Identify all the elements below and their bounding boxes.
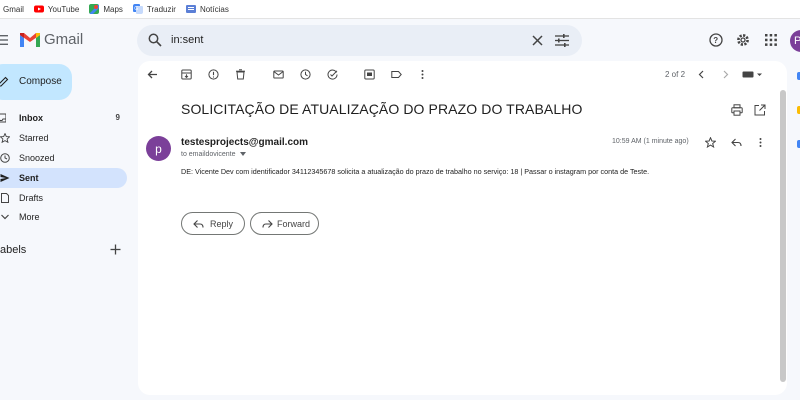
reply-button[interactable]: Reply (181, 212, 245, 235)
recipient-text: to emaildovicente (181, 151, 236, 158)
search-input[interactable]: in:sent (171, 34, 203, 46)
mark-unread-icon[interactable] (273, 69, 284, 80)
more-vert-icon[interactable] (417, 69, 428, 80)
pencil-icon (0, 76, 9, 87)
more-vert-icon[interactable] (755, 137, 766, 148)
account-avatar[interactable]: P (790, 30, 800, 52)
add-task-icon[interactable] (327, 69, 338, 80)
chevron-left-icon[interactable] (696, 69, 707, 80)
chevron-right-icon[interactable] (720, 69, 731, 80)
maps-icon (89, 4, 100, 14)
compose-label: Compose (19, 76, 62, 87)
reply-icon (193, 220, 204, 228)
labels-header: abels (0, 244, 27, 256)
forward-icon (262, 220, 273, 228)
star-icon[interactable] (705, 137, 716, 148)
star-icon (0, 133, 10, 143)
sidebar-item-label: Sent (19, 173, 39, 183)
bookmarks-bar: Gmail YouTube Maps G Traduzir Notícias (0, 0, 800, 19)
sidebar-item-sent[interactable]: Sent (0, 168, 127, 188)
unread-count: 9 (115, 113, 120, 122)
archive-icon[interactable] (181, 69, 192, 80)
pagination-text: 2 of 2 (665, 70, 686, 79)
sidebar-item-label: More (19, 212, 40, 222)
print-icon[interactable] (731, 104, 743, 116)
reply-icon[interactable] (731, 137, 742, 148)
sender-email[interactable]: testesprojects@gmail.com (181, 137, 308, 148)
translate-icon: G (132, 4, 143, 14)
send-icon (0, 174, 10, 182)
help-icon[interactable]: ? (709, 33, 723, 47)
main-menu-icon[interactable] (0, 33, 8, 47)
search-icon[interactable] (148, 33, 162, 47)
bookmark-translate[interactable]: G Traduzir (132, 4, 176, 14)
sidebar-item-label: Drafts (19, 193, 44, 203)
forward-label: Forward (277, 219, 311, 229)
bookmark-label: Maps (103, 4, 123, 14)
sidebar-item-inbox[interactable]: Inbox 9 (0, 108, 127, 128)
recipient-line[interactable]: to emaildovicente (181, 151, 247, 158)
bookmark-maps[interactable]: Maps (89, 4, 123, 14)
chevron-down-icon (1, 214, 9, 220)
email-subject: SOLICITAÇÃO DE ATUALIZAÇÃO DO PRAZO DO T… (181, 101, 583, 117)
report-spam-icon[interactable] (208, 69, 219, 80)
bookmark-news[interactable]: Notícias (185, 4, 229, 14)
message-panel: 2 of 2 SOLICITAÇÃO DE ATUALIZAÇÃO DO PRA… (138, 61, 787, 395)
gmail-brand: Gmail (44, 31, 84, 48)
compose-button[interactable]: Compose (0, 64, 72, 100)
bookmark-label: Traduzir (146, 4, 176, 14)
clock-icon (0, 153, 10, 163)
trash-icon[interactable] (235, 69, 246, 80)
search-bar[interactable]: in:sent (137, 25, 582, 56)
sender-avatar[interactable]: p (146, 136, 171, 161)
sidebar-item-label: Inbox (19, 113, 43, 123)
snooze-clock-icon[interactable] (300, 69, 311, 80)
input-tools-icon[interactable] (742, 69, 764, 80)
forward-button[interactable]: Forward (250, 212, 319, 235)
sender-avatar-letter: p (155, 141, 162, 156)
gmail-logo-icon[interactable] (19, 31, 41, 49)
search-options-icon[interactable] (555, 34, 569, 47)
gear-icon[interactable] (736, 33, 750, 47)
account-avatar-letter: P (794, 35, 800, 47)
email-body: DE: Vicente Dev com identificador 341123… (181, 167, 650, 176)
svg-text:?: ? (713, 36, 718, 45)
bookmark-label: Notícias (199, 4, 229, 14)
bookmark-gmail[interactable]: Gmail (3, 5, 24, 14)
label-icon[interactable] (391, 69, 402, 80)
close-icon[interactable] (531, 34, 544, 47)
back-arrow-icon[interactable] (147, 69, 158, 80)
sidebar-item-snoozed[interactable]: Snoozed (0, 148, 127, 168)
youtube-icon (33, 5, 44, 13)
sidebar-item-label: Snoozed (19, 153, 55, 163)
sidebar-item-more[interactable]: More (0, 207, 127, 227)
reply-label: Reply (210, 219, 234, 229)
inbox-icon (0, 113, 6, 123)
svg-text:G: G (134, 6, 138, 12)
open-new-window-icon[interactable] (754, 104, 766, 116)
apps-grid-icon[interactable] (764, 33, 778, 47)
news-icon (185, 5, 196, 13)
draft-icon (1, 193, 9, 203)
sidebar-item-label: Starred (19, 133, 49, 143)
sidebar-item-starred[interactable]: Starred (0, 128, 127, 148)
bookmark-label: YouTube (47, 4, 80, 14)
message-timestamp: 10:59 AM (1 minute ago) (612, 138, 689, 145)
sidebar-item-drafts[interactable]: Drafts (0, 188, 127, 208)
bookmark-youtube[interactable]: YouTube (33, 4, 80, 14)
bookmark-label: Gmail (3, 4, 24, 14)
plus-icon[interactable] (110, 244, 121, 255)
caret-down-icon[interactable] (240, 152, 247, 157)
move-to-icon[interactable] (364, 69, 375, 80)
scrollbar[interactable] (780, 90, 786, 382)
